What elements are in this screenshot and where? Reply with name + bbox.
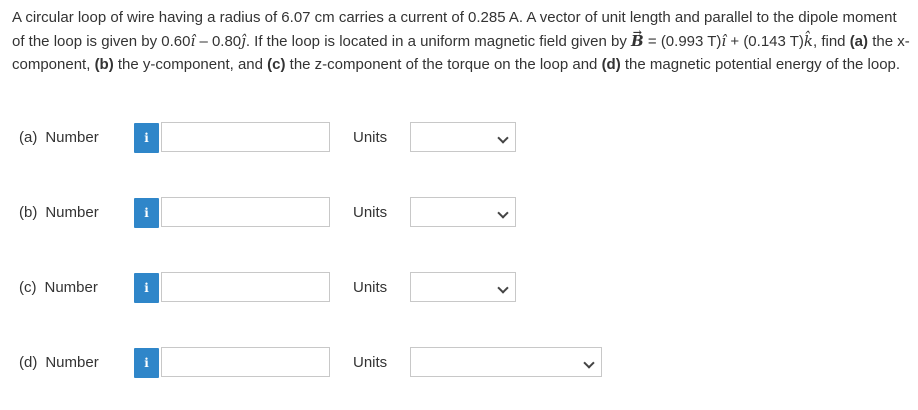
vector-arrow-icon: → bbox=[632, 25, 642, 39]
part-d-tag: (d) bbox=[601, 56, 621, 73]
chevron-down-icon bbox=[583, 357, 595, 369]
part-letter: (d) bbox=[19, 354, 38, 371]
part-label: (d) Number bbox=[19, 354, 99, 371]
units-label: Units bbox=[353, 204, 388, 221]
part-b-tag: (b) bbox=[94, 56, 114, 73]
units-select-d[interactable] bbox=[410, 347, 602, 377]
units-label: Units bbox=[353, 279, 388, 296]
part-label: (b) Number bbox=[19, 204, 99, 221]
part-letter: (c) bbox=[19, 279, 37, 296]
number-label: Number bbox=[44, 279, 98, 296]
info-icon[interactable]: i bbox=[134, 198, 159, 228]
info-icon[interactable]: i bbox=[134, 273, 159, 303]
part-letter: (a) bbox=[19, 129, 38, 146]
part-a-tag: (a) bbox=[849, 32, 869, 50]
number-input-d[interactable] bbox=[161, 347, 330, 377]
answer-row-c: (c) Number i Units bbox=[0, 271, 918, 305]
number-label: Number bbox=[45, 204, 99, 221]
problem-statement: A circular loop of wire having a radius … bbox=[12, 9, 910, 73]
answer-row-a: (a) Number i Units bbox=[0, 121, 918, 155]
number-input-c[interactable] bbox=[161, 272, 330, 302]
part-label: (c) Number bbox=[19, 279, 98, 296]
answer-row-b: (b) Number i Units bbox=[0, 196, 918, 230]
chevron-down-icon bbox=[497, 282, 509, 294]
info-icon[interactable]: i bbox=[134, 123, 159, 153]
number-label: Number bbox=[45, 129, 99, 146]
part-c-tag: (c) bbox=[267, 56, 286, 73]
answer-row-d: (d) Number i Units bbox=[0, 346, 918, 380]
chevron-down-icon bbox=[497, 132, 509, 144]
k-hat-symbol: k̂ bbox=[803, 31, 813, 50]
chevron-down-icon bbox=[497, 207, 509, 219]
units-label: Units bbox=[353, 129, 388, 146]
number-label: Number bbox=[45, 354, 99, 371]
info-icon[interactable]: i bbox=[134, 348, 159, 378]
part-label: (a) Number bbox=[19, 129, 99, 146]
number-input-a[interactable] bbox=[161, 122, 330, 152]
number-input-b[interactable] bbox=[161, 197, 330, 227]
b-vector-symbol: → B bbox=[631, 26, 644, 54]
units-select-b[interactable] bbox=[410, 197, 516, 227]
units-label: Units bbox=[353, 354, 388, 371]
units-select-c[interactable] bbox=[410, 272, 516, 302]
units-select-a[interactable] bbox=[410, 122, 516, 152]
part-letter: (b) bbox=[19, 204, 38, 221]
